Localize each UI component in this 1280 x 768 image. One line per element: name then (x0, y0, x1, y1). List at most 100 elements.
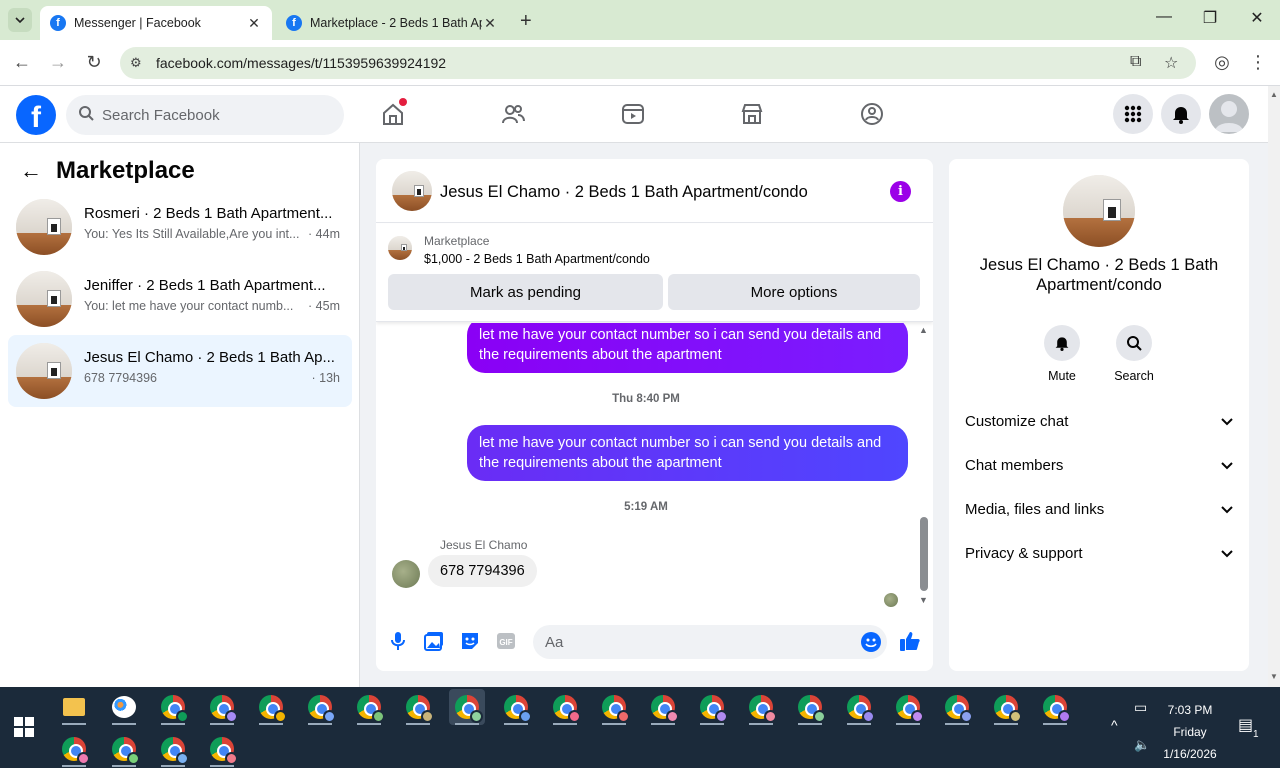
network-icon[interactable]: ▭ (1134, 699, 1147, 716)
new-tab-icon[interactable]: + (520, 10, 532, 33)
install-app-icon[interactable]: ⧉ (1130, 53, 1141, 71)
scrollbar-thumb[interactable] (920, 517, 928, 591)
close-tab-icon[interactable]: ✕ (482, 15, 498, 32)
seen-receipt-avatar (884, 593, 898, 607)
chrome-icon[interactable] (449, 689, 485, 725)
site-info-icon[interactable]: ⚙ (130, 55, 142, 71)
chrome-icon[interactable] (204, 731, 240, 767)
chrome-icon[interactable] (302, 689, 338, 725)
chrome-icon[interactable] (645, 689, 681, 725)
chrome-icon[interactable] (204, 689, 240, 725)
message-input[interactable]: Aa (533, 625, 887, 659)
conversation-item[interactable]: Jeniffer · 2 Beds 1 Bath Apartment... Yo… (8, 263, 352, 335)
close-window-icon[interactable]: ✕ (1245, 8, 1269, 28)
tab-search-button[interactable] (8, 8, 32, 32)
back-arrow-icon[interactable]: ← (20, 158, 42, 184)
video-icon[interactable] (617, 98, 649, 130)
chrome-icon[interactable] (596, 689, 632, 725)
microphone-icon[interactable] (386, 629, 410, 653)
tab-marketplace[interactable]: f Marketplace - 2 Beds 1 Bath Ap ✕ (276, 6, 508, 40)
mark-as-pending-button[interactable]: Mark as pending (388, 274, 663, 310)
conversation-preview: You: Yes Its Still Available,Are you int… (84, 227, 300, 241)
sticker-icon[interactable] (458, 629, 482, 653)
mute-button[interactable]: Mute (1032, 325, 1092, 383)
url-field[interactable]: ⚙ facebook.com/messages/t/11539596399241… (120, 47, 1196, 79)
search-icon (1116, 325, 1152, 361)
file-explorer-icon[interactable] (56, 689, 92, 725)
chat-members-section[interactable]: Chat members (965, 443, 1233, 487)
search-in-chat-button[interactable]: Search (1104, 325, 1164, 383)
forward-icon[interactable]: → (46, 52, 70, 73)
scroll-up-icon[interactable]: ▲ (1270, 90, 1278, 99)
panel-header: ← Marketplace (20, 157, 195, 185)
groups-icon[interactable] (856, 98, 888, 130)
home-icon[interactable] (377, 98, 409, 130)
volume-icon[interactable]: 🔈 (1134, 737, 1150, 753)
message-scrollbar[interactable]: ▲ ▼ (918, 323, 930, 611)
minimize-icon[interactable]: — (1152, 8, 1176, 26)
conversation-item-active[interactable]: Jesus El Chamo · 2 Beds 1 Bath Ap... 678… (8, 335, 352, 407)
listing-thumbnail[interactable] (1063, 175, 1135, 247)
tab-messenger[interactable]: f Messenger | Facebook ✕ (40, 6, 272, 40)
chrome-icon[interactable] (253, 689, 289, 725)
scroll-down-icon[interactable]: ▼ (1270, 672, 1278, 681)
chrome-icon[interactable] (547, 689, 583, 725)
bookmark-star-icon[interactable]: ☆ (1164, 53, 1178, 73)
media-files-links-section[interactable]: Media, files and links (965, 487, 1233, 531)
chrome-icon[interactable] (106, 731, 142, 767)
back-icon[interactable]: ← (10, 52, 34, 73)
chrome-icon[interactable] (351, 689, 387, 725)
chrome-icon[interactable] (939, 689, 975, 725)
facebook-search-input[interactable]: Search Facebook (66, 95, 344, 135)
listing-thumbnail (388, 236, 412, 260)
profile-icon[interactable]: ◎ (1210, 52, 1234, 73)
chrome-icon[interactable] (792, 689, 828, 725)
reload-icon[interactable]: ↻ (82, 52, 106, 73)
privacy-support-section[interactable]: Privacy & support (965, 531, 1233, 575)
page-scrollbar[interactable]: ▲ ▼ (1268, 86, 1280, 687)
menu-grid-icon[interactable] (1113, 94, 1153, 134)
chrome-icon[interactable] (988, 689, 1024, 725)
emoji-icon[interactable] (861, 632, 881, 652)
chrome-icon[interactable] (155, 731, 191, 767)
taskbar-clock[interactable]: 7:03 PM Friday 1/16/2026 (1160, 699, 1220, 765)
chevron-up-icon[interactable]: ^ (1111, 717, 1118, 733)
facebook-logo-icon[interactable]: f (16, 95, 56, 135)
chat-title[interactable]: Jesus El Chamo · 2 Beds 1 Bath Apartment… (440, 183, 808, 202)
account-avatar[interactable] (1209, 94, 1249, 134)
marketplace-icon[interactable] (736, 98, 768, 130)
chrome-icon[interactable] (56, 731, 92, 767)
sender-avatar[interactable] (392, 560, 420, 588)
photo-icon[interactable] (422, 629, 446, 653)
friends-icon[interactable] (497, 98, 529, 130)
incoming-message[interactable]: 678 7794396 (428, 555, 537, 587)
chrome-icon[interactable] (400, 689, 436, 725)
chrome-icon[interactable] (890, 689, 926, 725)
browser-menu-icon[interactable]: ⋮ (1246, 52, 1270, 73)
customize-chat-section[interactable]: Customize chat (965, 399, 1233, 443)
bell-icon[interactable] (1161, 94, 1201, 134)
close-tab-icon[interactable]: ✕ (246, 15, 262, 32)
chrome-icon[interactable] (743, 689, 779, 725)
listing-price[interactable]: $1,000 - 2 Beds 1 Bath Apartment/condo (424, 252, 650, 266)
chat-thumbnail[interactable] (392, 171, 432, 211)
section-label: Media, files and links (965, 500, 1105, 518)
windows-start-icon[interactable] (14, 717, 34, 737)
restore-icon[interactable]: ❐ (1198, 8, 1222, 28)
info-icon[interactable]: i (890, 181, 911, 202)
outgoing-message[interactable]: let me have your contact number so i can… (467, 323, 908, 373)
gif-icon[interactable]: GIF (494, 629, 518, 653)
chrome-icon[interactable] (1037, 689, 1073, 725)
chrome-icon[interactable] (841, 689, 877, 725)
chrome-icon[interactable] (498, 689, 534, 725)
conversation-item[interactable]: Rosmeri · 2 Beds 1 Bath Apartment... You… (8, 191, 352, 263)
notification-center-icon[interactable]: ▤ (1238, 715, 1253, 735)
chrome-icon[interactable] (155, 689, 191, 725)
more-options-button[interactable]: More options (668, 274, 920, 310)
paint-icon[interactable] (106, 689, 142, 725)
outgoing-message[interactable]: let me have your contact number so i can… (467, 425, 908, 481)
scroll-down-icon[interactable]: ▼ (919, 595, 928, 605)
thumbs-up-icon[interactable] (898, 629, 922, 653)
scroll-up-icon[interactable]: ▲ (919, 325, 928, 335)
chrome-icon[interactable] (694, 689, 730, 725)
